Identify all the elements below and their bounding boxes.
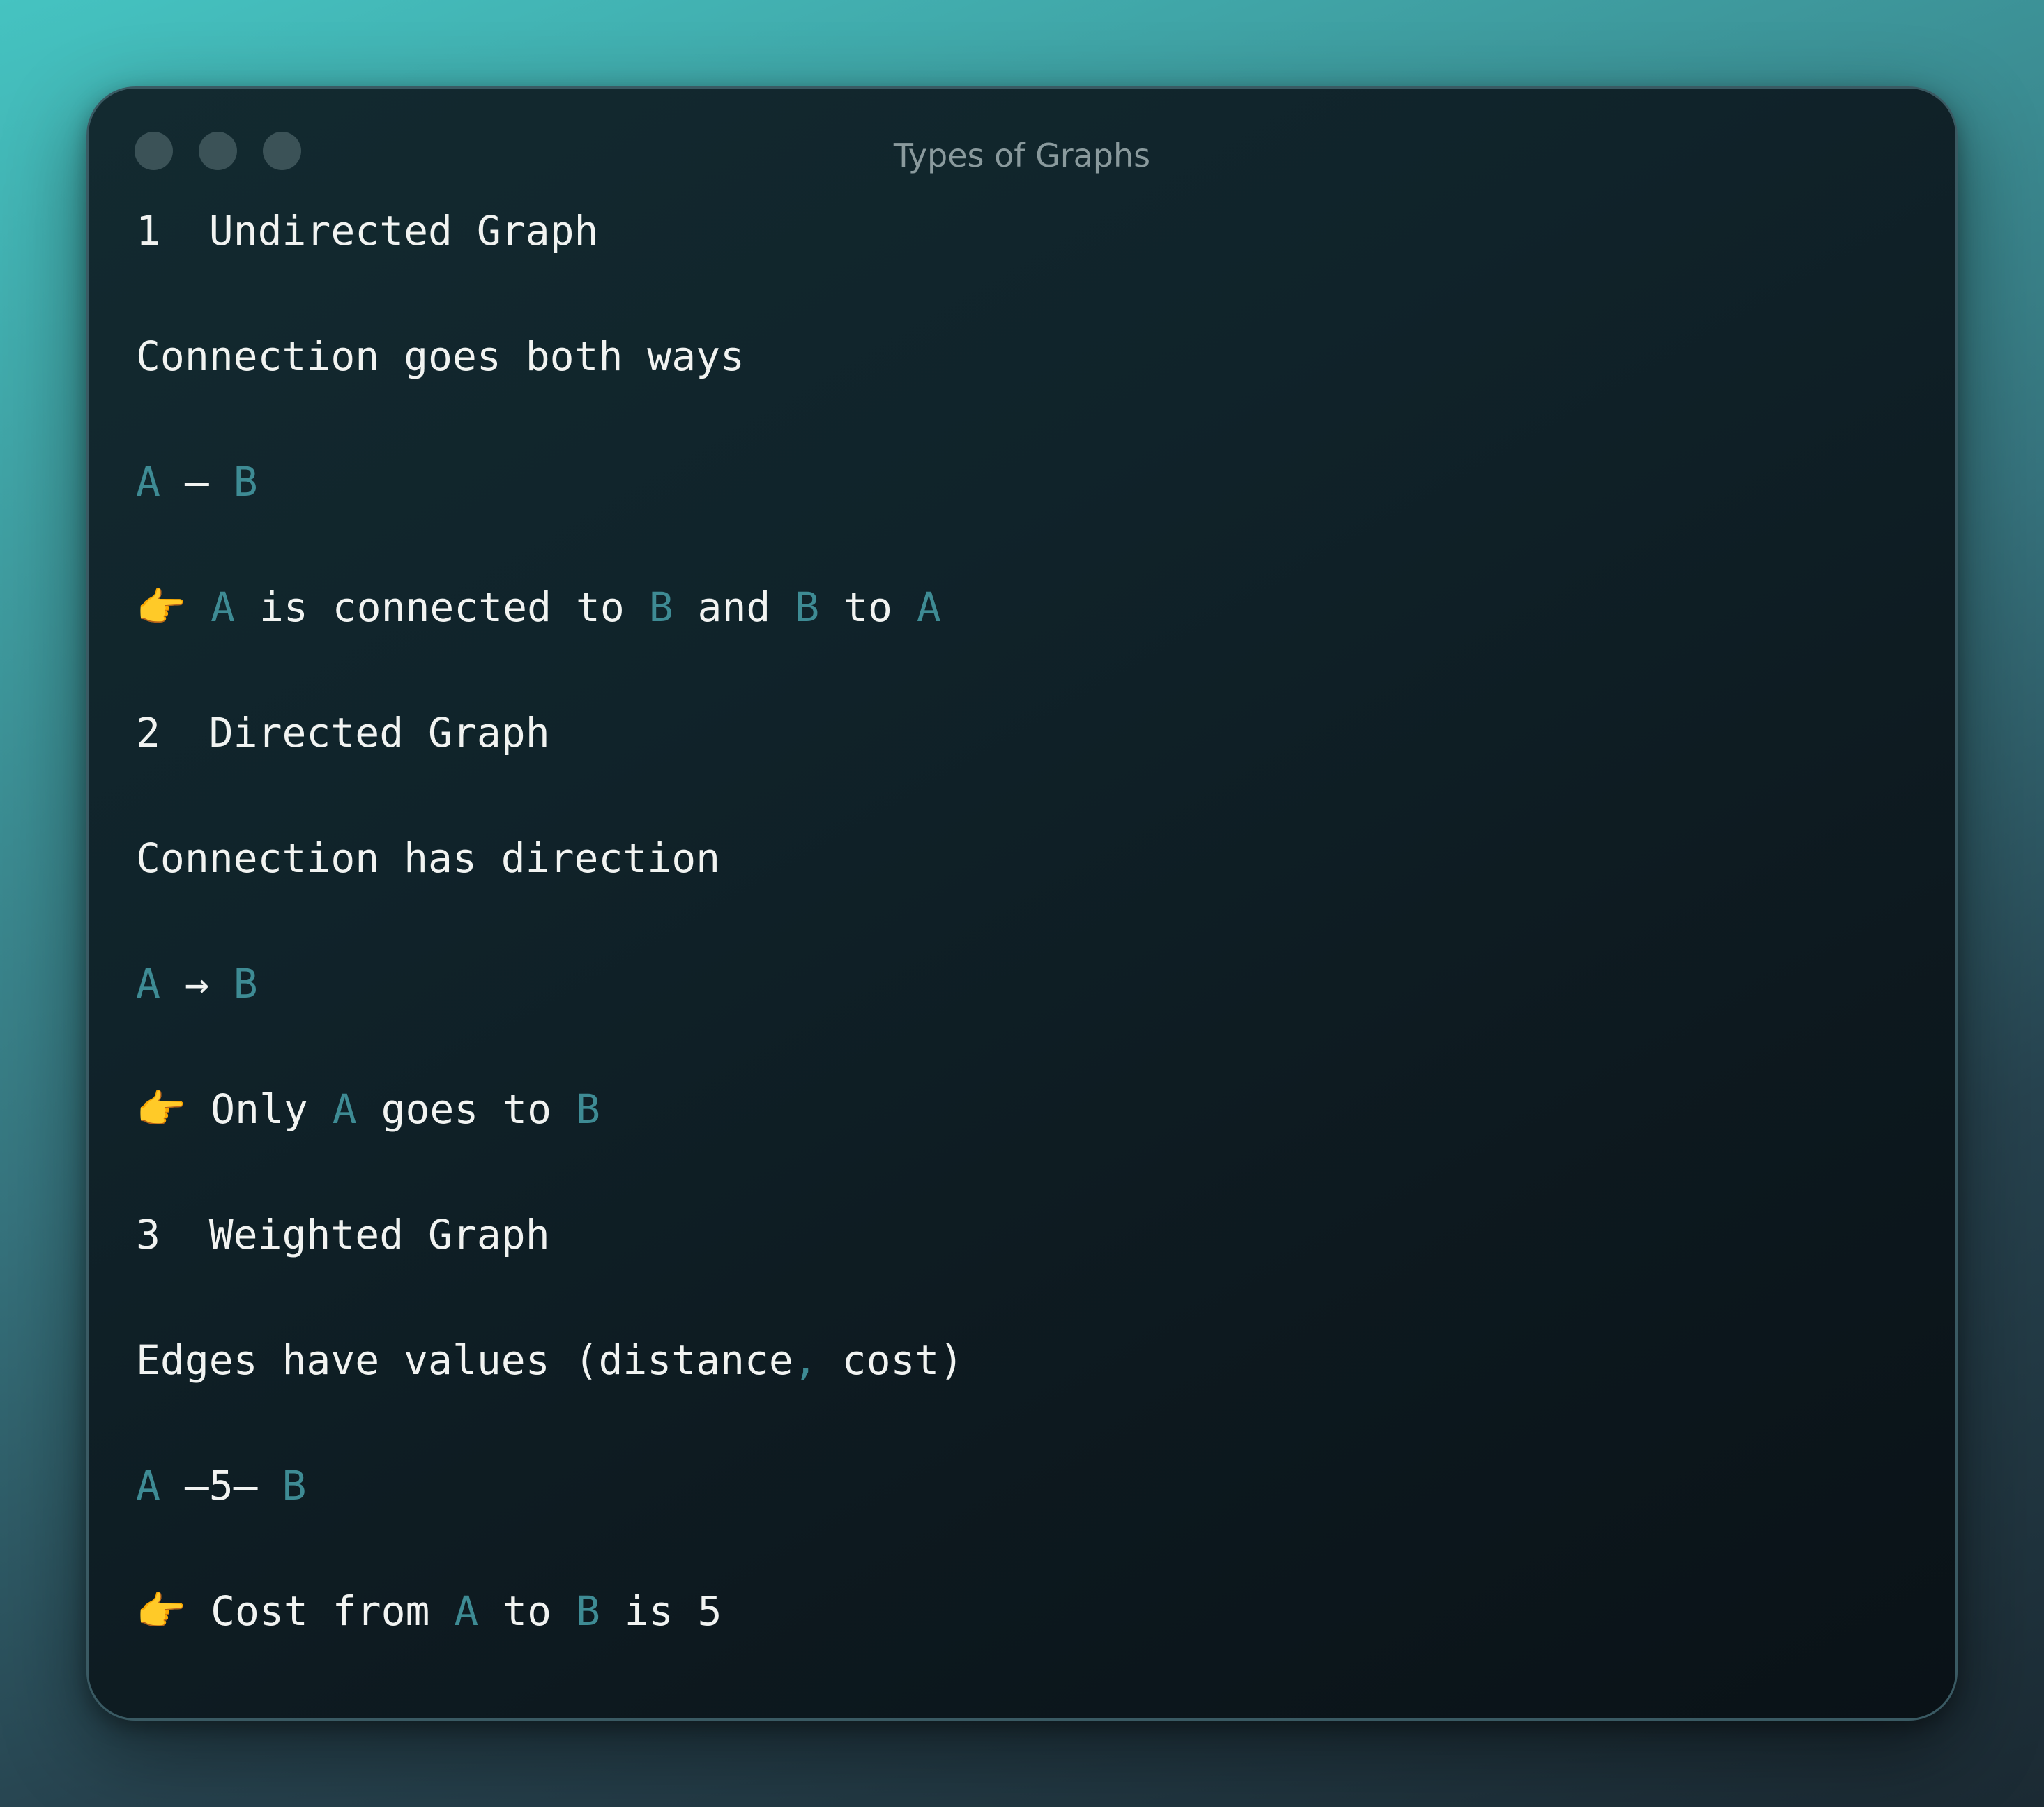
pointing-hand-icon: 👉: [136, 1587, 187, 1635]
text-segment: Cost from: [186, 1587, 455, 1635]
node-label: A: [332, 1085, 357, 1133]
node-label: A: [916, 584, 941, 631]
text-segment: cost): [817, 1336, 964, 1384]
text-line: Edges have values (distance, cost): [136, 1335, 1914, 1461]
node-label: A: [136, 458, 160, 505]
text-line: 3 Weighted Graph: [136, 1210, 1914, 1335]
text-line: 1 Undirected Graph: [136, 206, 1914, 331]
node-label: B: [233, 458, 258, 505]
text-segment: Connection goes both ways: [136, 333, 745, 380]
text-line: A —5— B: [136, 1461, 1914, 1586]
text-line: A → B: [136, 959, 1914, 1084]
text-segment: goes to: [356, 1085, 576, 1133]
pointing-hand-icon: 👉: [136, 584, 187, 631]
node-label: A: [136, 1462, 160, 1509]
text-line: Connection goes both ways: [136, 331, 1914, 457]
text-line: A — B: [136, 457, 1914, 582]
node-label: A: [454, 1587, 479, 1635]
node-label: A: [211, 584, 236, 631]
pointing-hand-icon: 👉: [136, 1085, 187, 1133]
text-segment: and: [673, 584, 795, 631]
text-segment: 3 Weighted Graph: [136, 1211, 550, 1258]
node-label: B: [575, 1085, 600, 1133]
text-line: 👉 Only A goes to B: [136, 1084, 1914, 1210]
text-segment: is 5: [600, 1587, 722, 1635]
node-label: B: [575, 1587, 600, 1635]
node-label: B: [795, 584, 820, 631]
text-segment: —: [160, 458, 234, 505]
text-segment: 2 Directed Graph: [136, 709, 550, 756]
node-label: B: [282, 1462, 307, 1509]
node-label: B: [648, 584, 673, 631]
node-label: B: [233, 960, 258, 1007]
code-window: Types of Graphs 1 Undirected Graph Connec…: [86, 86, 1958, 1721]
text-segment: to: [478, 1587, 576, 1635]
text-segment: Connection has direction: [136, 834, 721, 882]
text-line: 👉 Cost from A to B is 5: [136, 1586, 1914, 1711]
text-segment: to: [819, 584, 917, 631]
text-segment: [186, 584, 211, 631]
node-label: A: [136, 960, 160, 1007]
content-area: 1 Undirected Graph Connection goes both w…: [136, 206, 1914, 1711]
text-line: 2 Directed Graph: [136, 708, 1914, 833]
text-segment: Edges have values (distance: [136, 1336, 793, 1384]
node-label: ,: [793, 1336, 818, 1384]
window-title: Types of Graphs: [893, 137, 1151, 174]
text-line: 👉 A is connected to B and B to A: [136, 582, 1914, 708]
text-segment: 1 Undirected Graph: [136, 207, 599, 254]
text-segment: Only: [186, 1085, 333, 1133]
text-segment: —5—: [160, 1462, 282, 1509]
text-line: Connection has direction: [136, 833, 1914, 959]
text-segment: is connected to: [235, 584, 649, 631]
text-segment: →: [160, 960, 234, 1007]
